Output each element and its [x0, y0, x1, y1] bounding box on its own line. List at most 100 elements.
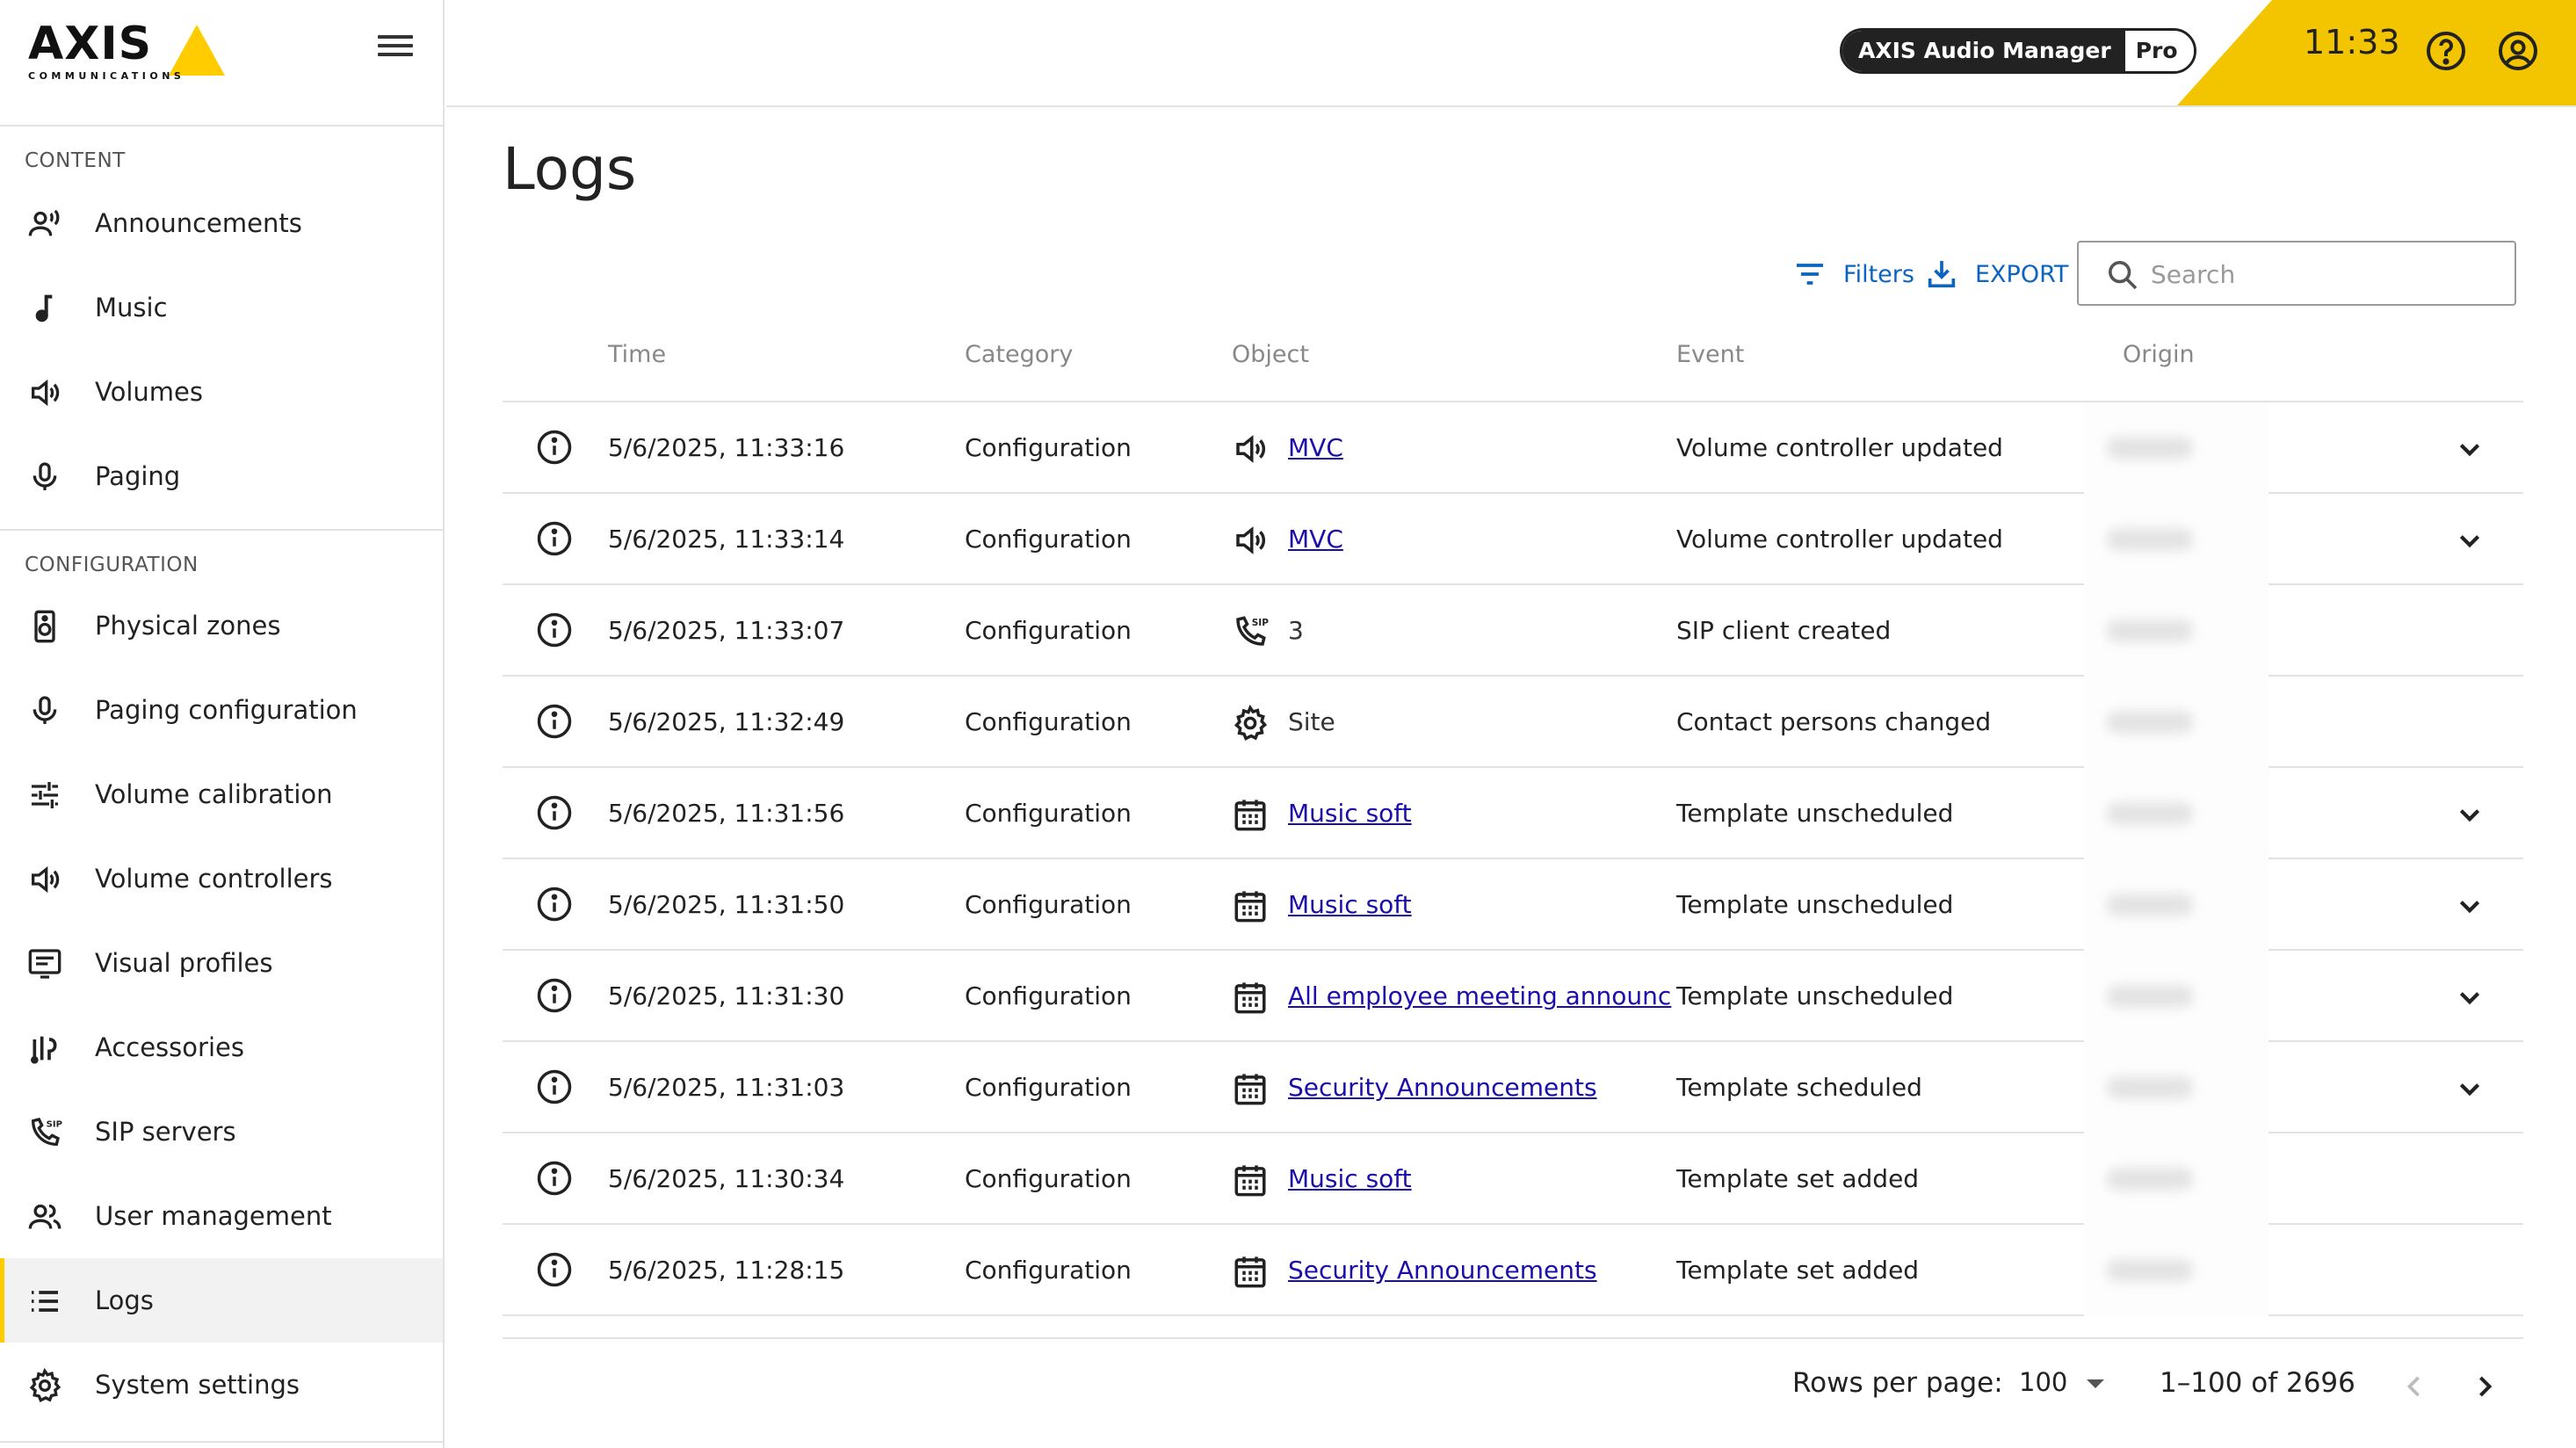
- axis-logo[interactable]: AXIS COMMUNICATIONS: [28, 14, 225, 84]
- cell-time: 5/6/2025, 11:33:14: [608, 525, 845, 554]
- column-header-time[interactable]: Time: [608, 341, 666, 368]
- music-note-icon: [26, 290, 63, 327]
- info-icon[interactable]: [536, 1251, 573, 1288]
- logo-subtext: COMMUNICATIONS: [28, 70, 185, 82]
- sidebar-item-label: Logs: [95, 1285, 154, 1315]
- chevron-down-icon[interactable]: [2451, 796, 2488, 833]
- sidebar-item-paging[interactable]: Paging: [0, 434, 443, 518]
- info-icon[interactable]: [536, 1160, 573, 1197]
- search-box[interactable]: [2077, 241, 2516, 306]
- users-icon: [26, 1198, 63, 1235]
- sidebar-item-visual-profiles[interactable]: Visual profiles: [0, 921, 443, 1005]
- object-link[interactable]: MVC: [1288, 494, 1343, 585]
- object-link[interactable]: All employee meeting announc: [1288, 951, 1671, 1042]
- help-circle-icon[interactable]: [2425, 30, 2467, 72]
- info-icon[interactable]: [536, 612, 573, 648]
- info-icon[interactable]: [536, 977, 573, 1014]
- info-icon[interactable]: [536, 703, 573, 740]
- object-text: 3: [1288, 616, 1304, 645]
- rows-per-page-select[interactable]: 100: [2019, 1367, 2105, 1397]
- sidebar-item-label: Accessories: [95, 1032, 244, 1062]
- column-header-category[interactable]: Category: [965, 341, 1073, 368]
- sidebar-item-logs[interactable]: Logs: [0, 1258, 443, 1343]
- origin-text: Markus: [2107, 1259, 2193, 1282]
- table-row[interactable]: 5/6/2025, 11:33:16 Configuration MVC Volume…: [503, 402, 2523, 494]
- gear-icon: [1232, 704, 1269, 742]
- sidebar-item-volume-controllers[interactable]: Volume controllers: [0, 836, 443, 921]
- table-row[interactable]: 5/6/2025, 11:31:03 Configuration Security …: [503, 1042, 2523, 1133]
- sidebar-item-label: Music: [95, 293, 168, 322]
- table-row[interactable]: 5/6/2025, 11:31:56 Configuration Music sof…: [503, 768, 2523, 859]
- object-link[interactable]: MVC: [1288, 402, 1343, 494]
- info-icon[interactable]: [536, 1068, 573, 1105]
- logo-triangle: [169, 25, 225, 76]
- table-row: 5/6/2025, 11:32:49 Configuration Site Conta…: [503, 677, 2523, 768]
- calendar-icon: [1232, 796, 1269, 833]
- cell-origin: Markus: [2084, 402, 2268, 494]
- column-header-object[interactable]: Object: [1232, 341, 1309, 368]
- cell-category: Configuration: [965, 1164, 1132, 1193]
- origin-text: Markus: [2107, 894, 2193, 916]
- microphone-icon: [26, 692, 63, 729]
- sidebar-item-music[interactable]: Music: [0, 265, 443, 350]
- next-page-icon[interactable]: [2465, 1367, 2504, 1406]
- account-circle-icon[interactable]: [2497, 30, 2539, 72]
- search-input[interactable]: [2151, 253, 2502, 295]
- chevron-down-icon[interactable]: [2451, 1070, 2488, 1107]
- speaker-icon: [26, 374, 63, 411]
- object-link[interactable]: Music soft: [1288, 768, 1412, 859]
- chevron-down-icon[interactable]: [2451, 887, 2488, 924]
- info-icon[interactable]: [536, 520, 573, 557]
- info-icon[interactable]: [536, 794, 573, 831]
- table-row[interactable]: 5/6/2025, 11:31:30 Configuration All emplo…: [503, 951, 2523, 1042]
- calendar-icon: [1232, 887, 1269, 924]
- table-row[interactable]: 5/6/2025, 11:31:50 Configuration Music sof…: [503, 859, 2523, 951]
- filters-button[interactable]: Filters: [1792, 257, 1914, 292]
- info-icon[interactable]: [536, 886, 573, 923]
- sidebar-item-label: Announcements: [95, 208, 302, 238]
- cell-category: Configuration: [965, 707, 1132, 736]
- object-link[interactable]: Security Announcements: [1288, 1225, 1597, 1316]
- cell-event: Template set added: [1676, 1256, 1920, 1285]
- pagination-range: 1–100 of 2696: [2160, 1367, 2355, 1399]
- cell-category: Configuration: [965, 799, 1132, 828]
- table-row[interactable]: 5/6/2025, 11:33:14 Configuration MVC Volume…: [503, 494, 2523, 585]
- column-header-event[interactable]: Event: [1676, 341, 1744, 368]
- sidebar-item-user-management[interactable]: User management: [0, 1174, 443, 1258]
- origin-text: Markus: [2107, 985, 2193, 1008]
- cell-origin: Markus: [2084, 1133, 2268, 1225]
- sidebar-item-announcements[interactable]: Announcements: [0, 181, 443, 265]
- cell-origin: Markus: [2084, 1042, 2268, 1133]
- column-header-origin[interactable]: Origin: [2123, 341, 2195, 368]
- chevron-down-icon[interactable]: [2451, 522, 2488, 559]
- cell-time: 5/6/2025, 11:31:03: [608, 1073, 845, 1102]
- sidebar-item-sip-servers[interactable]: SIP SIP servers: [0, 1090, 443, 1174]
- chevron-down-icon[interactable]: [2451, 979, 2488, 1016]
- download-icon: [1928, 261, 1956, 288]
- sidebar-item-accessories[interactable]: Accessories: [0, 1005, 443, 1090]
- sidebar-item-volumes[interactable]: Volumes: [0, 350, 443, 434]
- export-button[interactable]: EXPORT: [1924, 257, 2068, 292]
- sidebar-item-physical-zones[interactable]: Physical zones: [0, 583, 443, 668]
- chevron-down-icon[interactable]: [2451, 431, 2488, 467]
- sidebar-item-paging-configuration[interactable]: Paging configuration: [0, 668, 443, 752]
- origin-text: Markus: [2107, 1168, 2193, 1191]
- microphone-icon: [26, 459, 63, 496]
- speaker-icon: [1232, 431, 1269, 467]
- sidebar-item-label: User management: [95, 1201, 332, 1231]
- tune-sliders-icon: [26, 777, 63, 814]
- product-badge: AXIS Audio Manager Pro: [1840, 28, 2196, 74]
- table-header: Time Category Object Event Origin: [503, 320, 2523, 402]
- object-link[interactable]: Security Announcements: [1288, 1042, 1597, 1133]
- sidebar-item-volume-calibration[interactable]: Volume calibration: [0, 752, 443, 836]
- hamburger-menu-icon[interactable]: [376, 30, 415, 62]
- object-link[interactable]: Music soft: [1288, 1133, 1412, 1225]
- previous-page-icon[interactable]: [2395, 1367, 2434, 1406]
- configuration-section-label: CONFIGURATION: [25, 554, 199, 576]
- sidebar-item-system-settings[interactable]: System settings: [0, 1343, 443, 1427]
- cell-origin: Markus: [2084, 768, 2268, 859]
- info-icon[interactable]: [536, 429, 573, 466]
- object-link[interactable]: Music soft: [1288, 859, 1412, 951]
- svg-text:SIP: SIP: [47, 1119, 62, 1129]
- sidebar-item-label: SIP servers: [95, 1117, 236, 1147]
